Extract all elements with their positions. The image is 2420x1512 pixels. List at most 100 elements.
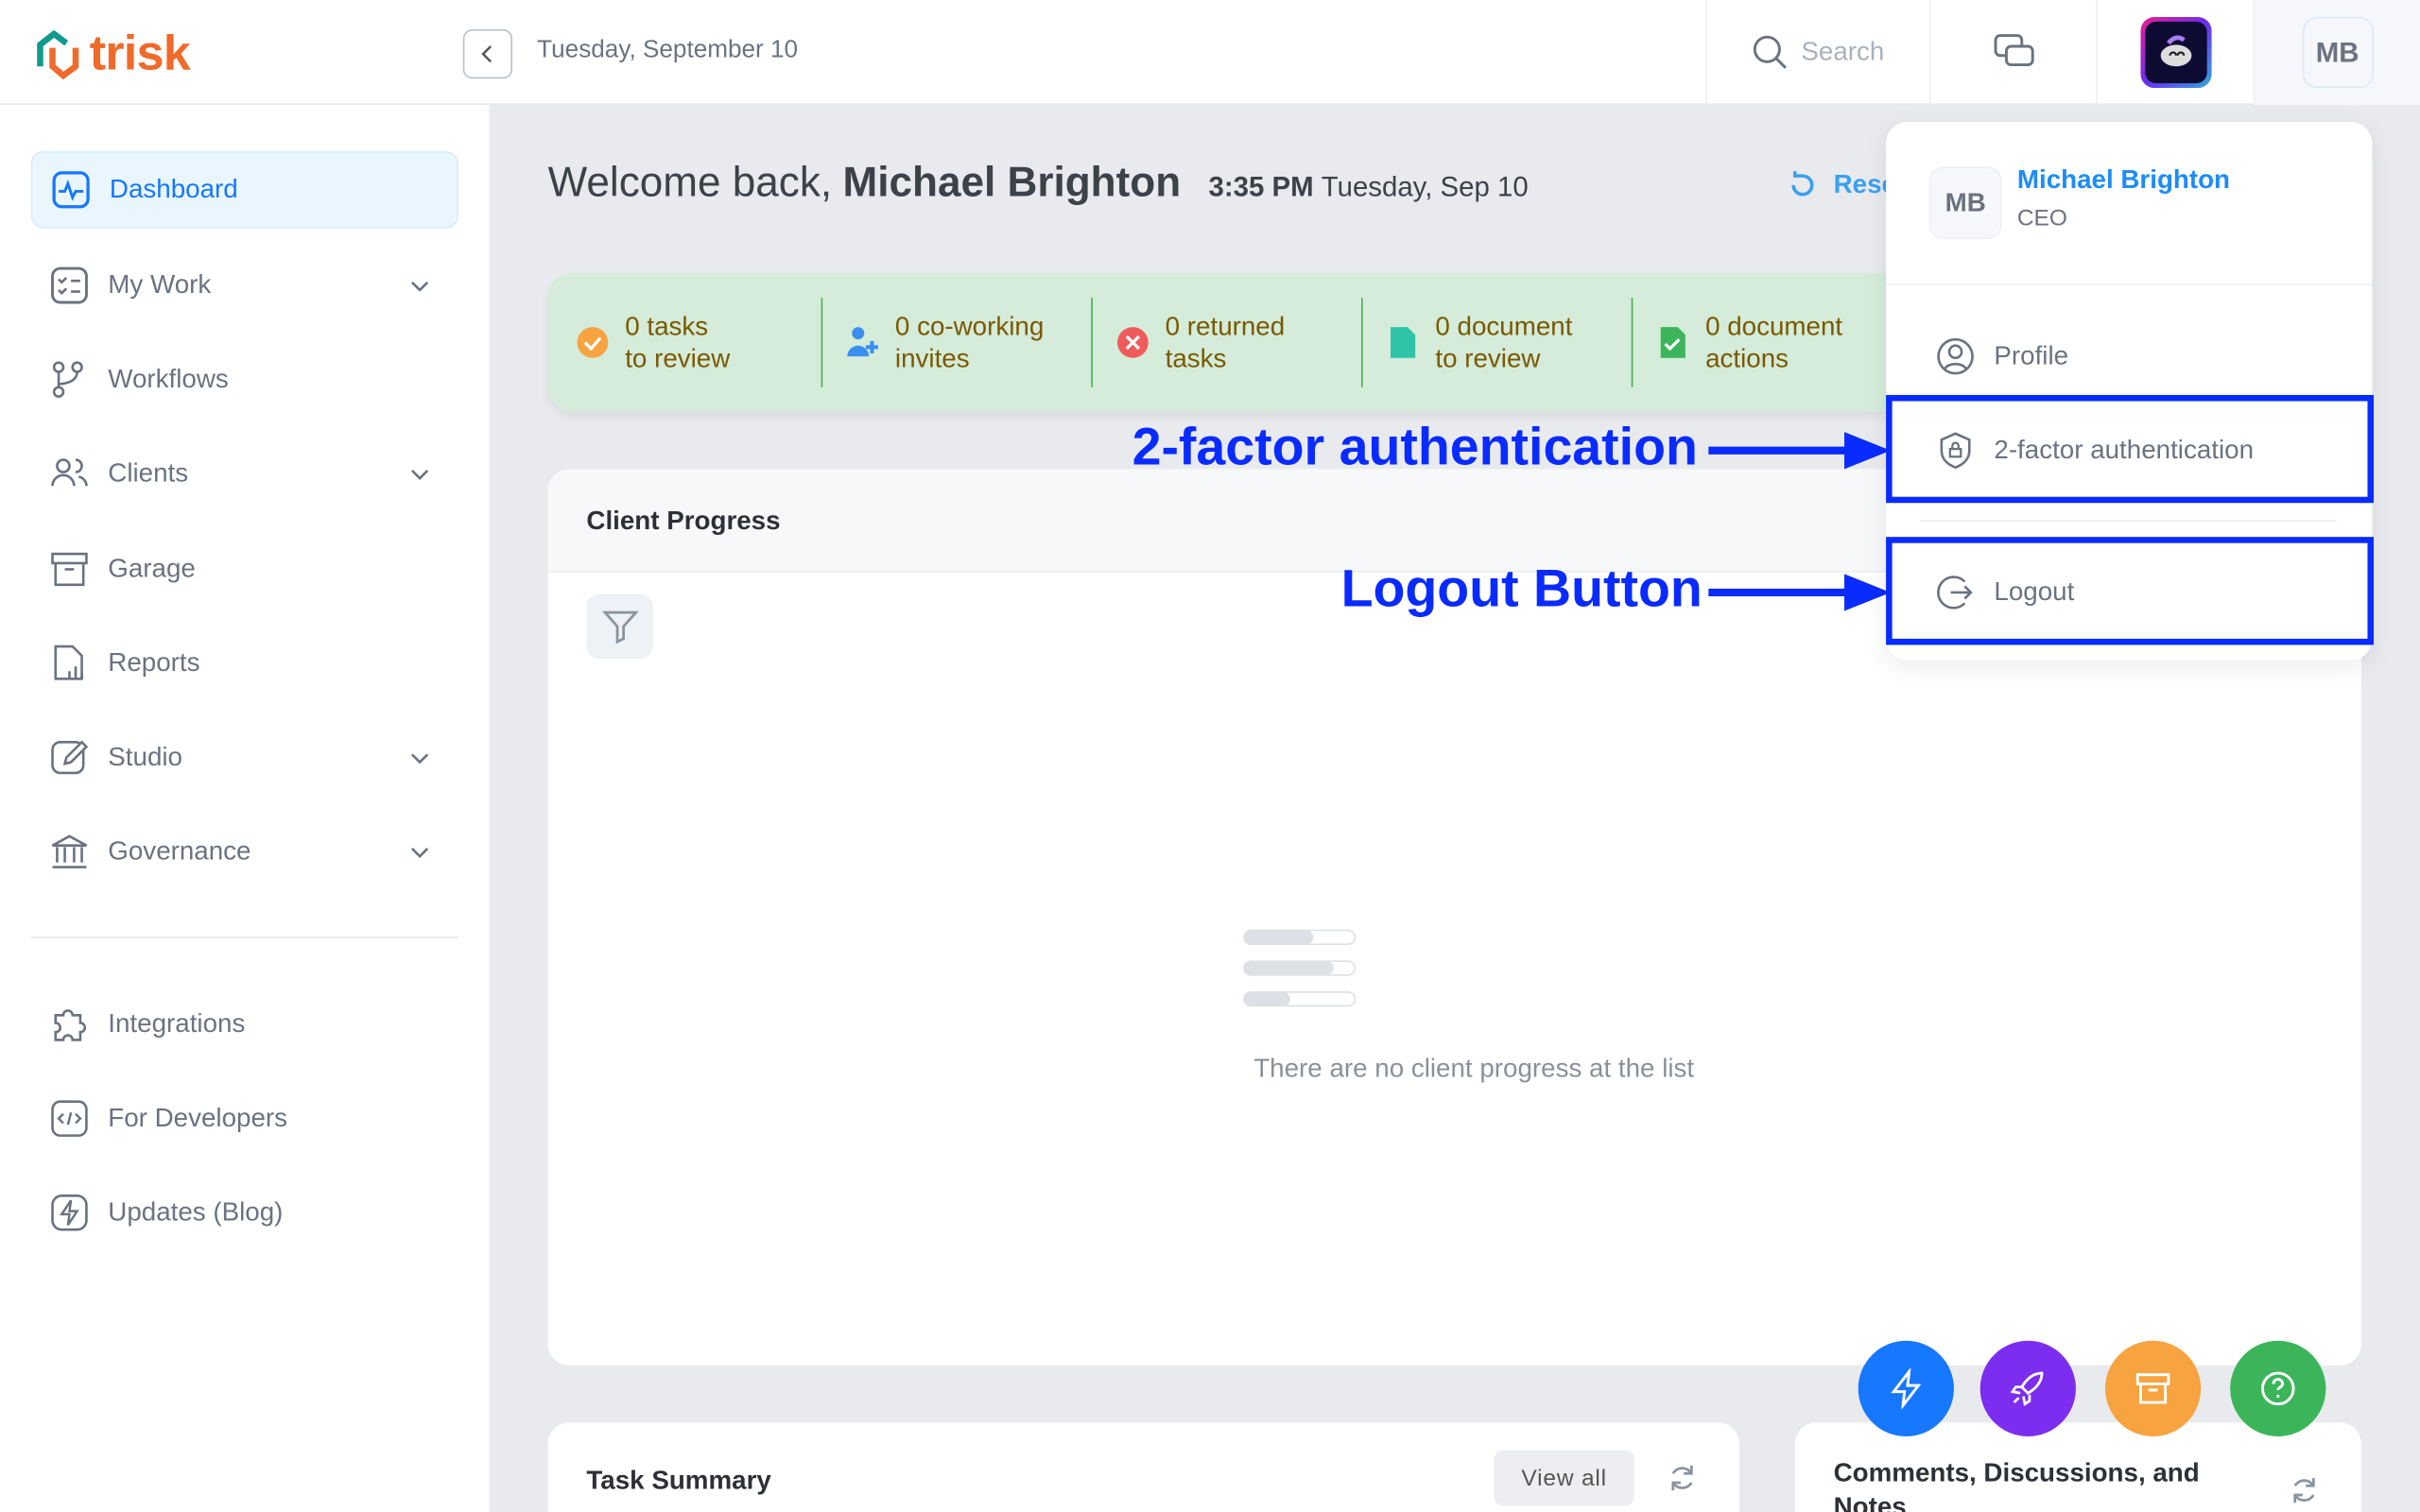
stat-line2: actions (1705, 344, 1789, 374)
document-check-icon (1660, 327, 1685, 358)
sidebar-item-for-developers[interactable]: For Developers (31, 1080, 458, 1158)
document-icon (1391, 327, 1416, 358)
sidebar-item-label: My Work (108, 269, 212, 300)
sidebar-item-label: Garage (108, 554, 196, 584)
sidebar-item-studio[interactable]: Studio (31, 719, 458, 797)
card-title: Client Progress (586, 506, 781, 536)
sidebar-item-label: Reports (108, 647, 200, 678)
two-factor-annotation-label: 2-factor authentication (1132, 418, 1698, 477)
collapse-sidebar-button[interactable] (462, 29, 513, 79)
dropdown-avatar: MB (1928, 166, 2002, 240)
stat-line1: 0 document (1705, 311, 1843, 341)
messages-button[interactable] (1928, 0, 2096, 106)
users-icon (51, 458, 88, 487)
sidebar-item-governance[interactable]: Governance (31, 813, 458, 890)
search-placeholder: Search (1801, 37, 1885, 67)
filter-button[interactable] (586, 593, 653, 660)
quick-action-button[interactable] (1858, 1340, 1954, 1436)
stat-line1: 0 co-working (894, 311, 1045, 341)
stat-line2: tasks (1165, 344, 1227, 374)
sidebar-item-label: Clients (108, 457, 189, 488)
chevron-down-icon (410, 848, 429, 858)
view-all-button[interactable]: View all (1494, 1450, 1634, 1506)
sidebar-item-clients[interactable]: Clients (31, 435, 458, 512)
stat-divider (1631, 298, 1634, 387)
stats-bar: 0 tasks to review 0 co-working invites 0 r… (547, 272, 1907, 412)
welcome-user-name: Michael Brighton (842, 159, 1182, 206)
task-summary-card: Task Summary View all (547, 1422, 1739, 1512)
chat-icon (1993, 34, 2033, 67)
sidebar-item-reports[interactable]: Reports (31, 625, 458, 702)
sidebar-item-label: Dashboard (109, 174, 238, 204)
sidebar-item-updates-blog[interactable]: Updates (Blog) (31, 1174, 458, 1251)
welcome-header: Welcome back, Michael Brighton 3:35 PM T… (548, 159, 1529, 207)
current-date: Tuesday, September 10 (537, 37, 799, 63)
stat-document-actions[interactable]: 0 document actions (1656, 273, 1842, 412)
pen-icon (51, 740, 89, 775)
stat-line2: to review (625, 344, 731, 374)
menu-item-label: Profile (1994, 340, 2069, 370)
card-title: Task Summary (586, 1466, 771, 1496)
welcome-prefix: Welcome back, (547, 159, 833, 206)
code-icon (51, 1100, 88, 1137)
launch-button[interactable] (1979, 1340, 2076, 1436)
bank-icon (51, 834, 88, 868)
arrow-right-icon (1708, 432, 1891, 470)
user-circle-icon (1937, 337, 1974, 375)
lightning-icon (1891, 1368, 1922, 1409)
archive-icon (51, 552, 88, 587)
sidebar-item-label: Workflows (108, 364, 229, 394)
user-add-icon (847, 327, 878, 357)
profile-menu-item[interactable]: Profile (1886, 313, 2372, 399)
sidebar-item-label: Updates (Blog) (108, 1196, 284, 1227)
sidebar-item-label: Integrations (108, 1008, 246, 1039)
logo-text: trisk (89, 25, 191, 80)
workflow-icon (52, 361, 83, 398)
search-button[interactable]: Search (1705, 0, 1929, 106)
check-circle-icon (577, 327, 609, 358)
robot-icon (2159, 35, 2191, 67)
sidebar-divider (30, 936, 458, 938)
arrow-right-icon (1708, 574, 1891, 611)
card-title: Comments, Discussions, and Notes (1833, 1457, 2200, 1512)
refresh-icon[interactable] (1667, 1463, 1698, 1494)
stat-line2: to review (1435, 344, 1541, 374)
refresh-icon[interactable] (2289, 1475, 2320, 1506)
chevron-down-icon (410, 470, 429, 480)
logout-highlight-box (1886, 537, 2375, 645)
stat-line2: invites (894, 344, 970, 374)
dropdown-divider (1886, 284, 2373, 286)
ai-assistant-button[interactable] (2096, 0, 2254, 106)
stat-tasks-to-review[interactable]: 0 tasks to review (576, 273, 730, 412)
logout-annotation-label: Logout Button (1340, 559, 1703, 619)
logo[interactable]: trisk (31, 25, 191, 81)
stat-line1: 0 document (1435, 311, 1573, 341)
stat-coworking-invites[interactable]: 0 co-working invites (846, 273, 1045, 412)
two-factor-highlight-box (1886, 394, 2375, 504)
archive-icon (2135, 1373, 2170, 1404)
chevron-down-icon (410, 281, 429, 292)
puzzle-icon (54, 1009, 87, 1041)
sidebar-item-dashboard[interactable]: Dashboard (30, 150, 458, 229)
archive-button[interactable] (2104, 1340, 2202, 1436)
reset-button[interactable]: Rese (1788, 170, 1896, 201)
dropdown-user-role: CEO (2016, 205, 2067, 232)
stat-returned-tasks[interactable]: 0 returned tasks (1115, 273, 1285, 412)
sidebar-item-integrations[interactable]: Integrations (31, 986, 458, 1063)
sidebar-item-label: Studio (108, 742, 182, 772)
sidebar: Dashboard My Work Workflows Clients Gara… (0, 105, 492, 1512)
chevron-down-icon (410, 753, 429, 765)
sidebar-item-garage[interactable]: Garage (31, 531, 458, 609)
avatar: MB (2302, 16, 2374, 89)
dropdown-user-name: Michael Brighton (2016, 164, 2231, 195)
stat-documents-to-review[interactable]: 0 document to review (1386, 273, 1572, 412)
chevron-left-icon (481, 45, 493, 63)
sidebar-item-label: For Developers (108, 1103, 288, 1133)
help-button[interactable] (2230, 1340, 2326, 1436)
sidebar-item-workflows[interactable]: Workflows (31, 341, 458, 419)
rocket-icon (2010, 1371, 2044, 1407)
empty-list-icon (1243, 929, 1357, 1007)
user-menu-button[interactable]: MB (2253, 0, 2420, 106)
sidebar-item-my-work[interactable]: My Work (31, 247, 458, 324)
stat-divider (1360, 298, 1363, 387)
